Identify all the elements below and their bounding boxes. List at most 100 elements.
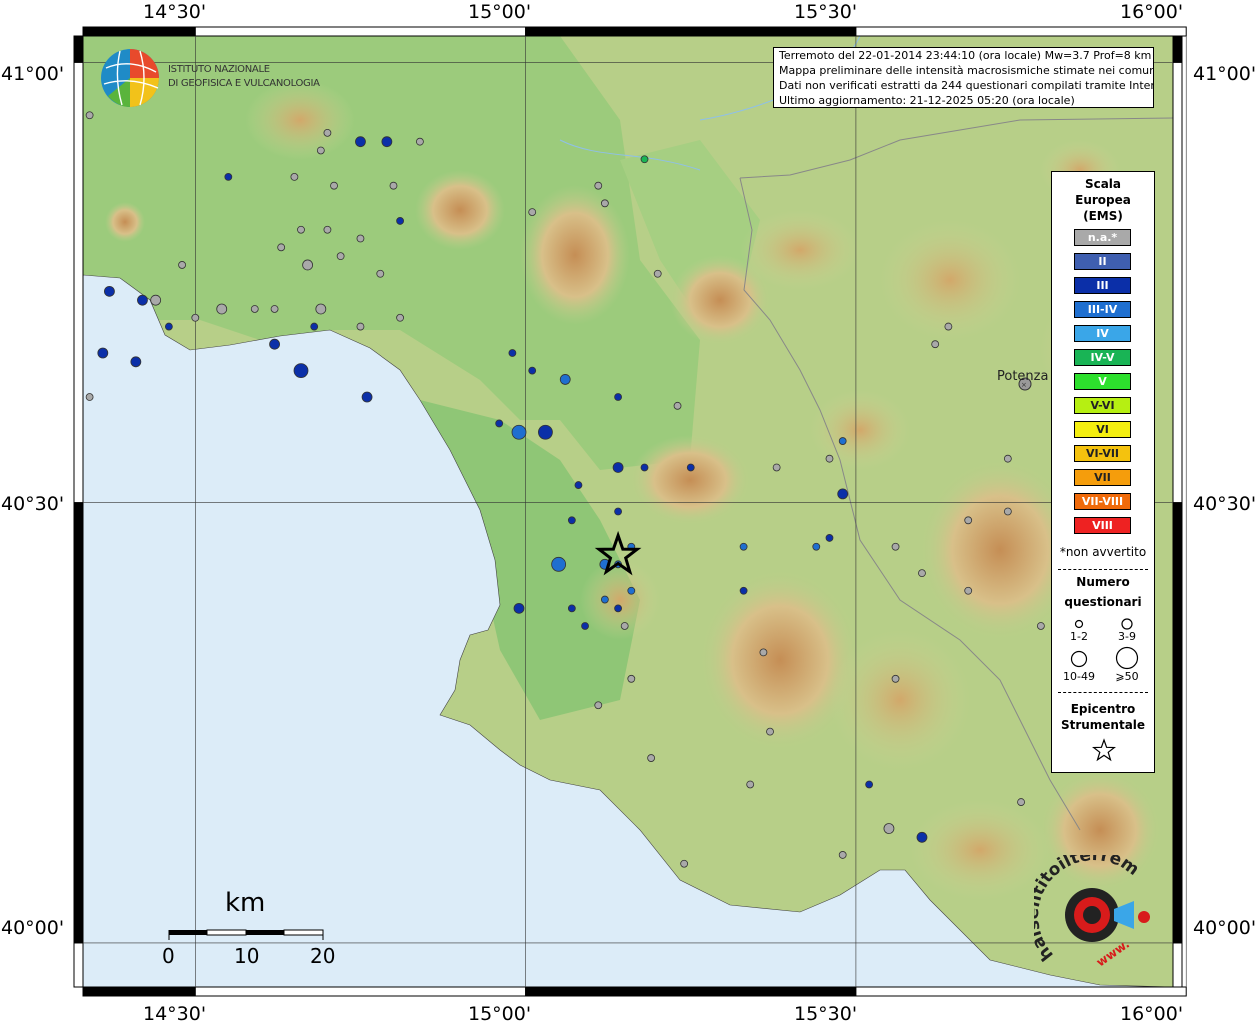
- frame-bar: [855, 26, 1187, 37]
- intensity-point: [964, 586, 973, 595]
- intensity-point: [680, 859, 689, 868]
- intensity-point: [150, 294, 162, 306]
- info-line1: Terremoto del 22-01-2014 23:44:10 (ora l…: [779, 49, 1152, 62]
- intensity-point: [315, 303, 327, 315]
- intensity-point: [627, 586, 636, 595]
- intensity-point: [600, 199, 609, 208]
- intensity-point: [739, 586, 748, 595]
- legend-swatch: V-VI: [1074, 397, 1131, 414]
- city-label: Potenza: [997, 369, 1049, 384]
- lon-label-1430-bottom: 14°30': [143, 1003, 207, 1025]
- intensity-point: [918, 569, 926, 578]
- frame-bar: [1172, 61, 1183, 504]
- lat-label-41: 41°00': [1, 63, 65, 85]
- frame-bar: [525, 986, 857, 997]
- lon-label-1500: 15°00': [468, 1, 532, 23]
- intensity-point: [361, 391, 373, 403]
- lon-label-1600-bottom: 16°00': [1120, 1003, 1184, 1025]
- intensity-point: [528, 366, 537, 375]
- intensity-point: [612, 462, 624, 473]
- frame-bar: [525, 26, 857, 37]
- intensity-point: [216, 303, 228, 315]
- intensity-point: [916, 831, 928, 843]
- lon-label-1530-bottom: 15°30': [794, 1003, 858, 1025]
- intensity-point: [567, 516, 576, 525]
- intensity-legend: Scala Europea (EMS) n.a.* II III III-IV IV IV…: [1051, 171, 1155, 773]
- legend-swatch: IV: [1074, 325, 1131, 342]
- legend-swatch: VI: [1074, 421, 1131, 438]
- ingv-logo: ISTITUTO NAZIONALE DI GEOFISICA E VULCAN…: [100, 48, 320, 108]
- count-title-1: Numero: [1076, 575, 1130, 589]
- scale-label-10: 10: [234, 944, 260, 968]
- size-label-2: 3-9: [1118, 630, 1136, 643]
- intensity-point: [316, 146, 325, 155]
- intensity-point: [137, 294, 148, 306]
- intensity-point: [323, 128, 332, 137]
- intensity-point: [376, 269, 385, 278]
- legend-swatch: III-IV: [1074, 301, 1131, 318]
- intensity-point: [964, 516, 973, 525]
- frame-bar: [73, 61, 84, 504]
- info-line2: Mappa preliminare delle intensità macros…: [779, 64, 1154, 77]
- intensity-point: [323, 225, 332, 234]
- frame-bar: [1172, 35, 1183, 63]
- intensity-point: [85, 111, 94, 120]
- scale-label-20: 20: [310, 944, 336, 968]
- intensity-point: [416, 137, 424, 146]
- intensity-point: [891, 674, 900, 683]
- frame-bar: [1172, 502, 1183, 944]
- intensity-point: [356, 322, 365, 331]
- intensity-point: [508, 349, 517, 357]
- intensity-point: [330, 181, 338, 190]
- lon-label-1530: 15°30': [794, 1, 858, 23]
- intensity-point: [766, 727, 774, 736]
- epi-title-2: Strumentale: [1060, 718, 1146, 732]
- intensity-point: [883, 823, 895, 834]
- haisentito-logo: haisentitoilterremoto.it www.: [1034, 855, 1150, 969]
- intensity-point: [837, 488, 849, 500]
- frame-bar: [73, 942, 84, 988]
- intensity-point: [336, 252, 345, 261]
- lat-label-4030-right: 40°30': [1193, 493, 1256, 515]
- intensity-point: [293, 363, 309, 379]
- intensity-point: [495, 419, 504, 428]
- lon-label-1430: 14°30': [143, 1, 207, 23]
- intensity-point: [396, 217, 404, 225]
- frame-bar: [194, 26, 527, 37]
- intensity-point: [614, 393, 622, 401]
- intensity-point: [812, 542, 821, 551]
- intensity-point: [302, 259, 314, 271]
- intensity-point: [1036, 622, 1045, 630]
- intensity-point: [224, 172, 233, 181]
- ingv-name-line1: ISTITUTO NAZIONALE: [168, 64, 270, 75]
- intensity-point: [1003, 454, 1012, 463]
- ingv-name-line2: DI GEOFISICA E VULCANOLOGIA: [168, 78, 320, 89]
- intensity-point: [538, 424, 553, 440]
- legend-title-2: Europea: [1075, 193, 1131, 207]
- legend-swatch: III: [1074, 277, 1131, 294]
- intensity-point: [653, 269, 662, 278]
- intensity-point: [739, 542, 748, 551]
- frame-bar: [82, 986, 196, 997]
- intensity-point: [686, 463, 695, 472]
- frame-bar: [1172, 942, 1183, 988]
- intensity-point: [396, 313, 404, 322]
- lon-label-1600: 16°00': [1120, 1, 1184, 23]
- legend-swatch: VII: [1074, 469, 1131, 486]
- frame-bar: [82, 26, 196, 37]
- intensity-point: [355, 136, 366, 148]
- info-line4: Ultimo aggiornamento: 21-12-2025 05:20 (…: [779, 94, 1075, 107]
- intensity-point: [759, 648, 768, 657]
- ingv-globe-icon: [101, 49, 159, 107]
- legend-swatch: II: [1074, 253, 1131, 270]
- intensity-point: [746, 780, 755, 789]
- intensity-point: [825, 534, 834, 542]
- intensity-point: [104, 285, 115, 297]
- legend-swatch: VI-VII: [1074, 445, 1131, 462]
- lat-label-41-right: 41°00': [1193, 63, 1256, 85]
- scale-bar: [168, 929, 324, 940]
- legend-divider-2: [1058, 692, 1148, 693]
- legend-swatch: IV-V: [1074, 349, 1131, 366]
- intensity-point: [551, 556, 567, 572]
- legend-title-3: (EMS): [1083, 209, 1123, 223]
